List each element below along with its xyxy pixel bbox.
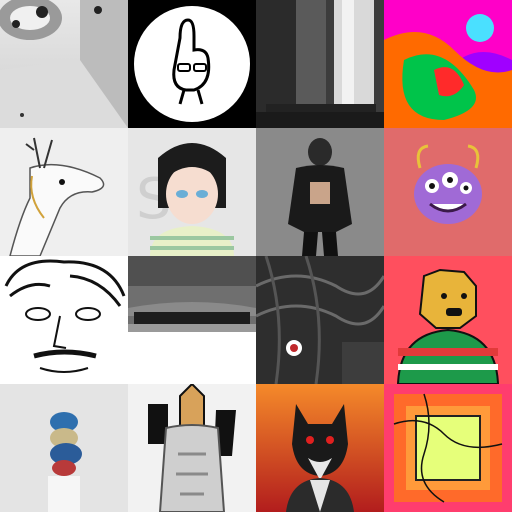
purple-monster-character [384,128,512,256]
gallery-tile-15[interactable] [256,384,384,512]
psychedelic-swirl-art [384,0,512,128]
gallery-tile-6[interactable]: S [128,128,256,256]
gallery-tile-2[interactable] [128,0,256,128]
stacked-spheres-sculpture [0,384,128,512]
white-creature-sketch [0,128,128,256]
gallery-tile-12[interactable] [384,256,512,384]
gallery-tile-14[interactable] [128,384,256,512]
woman-in-fringe-jacket-photo [256,128,384,256]
dark-abstract-net-art [256,256,384,384]
gallery-tile-3[interactable] [256,0,384,128]
waterfall-photo [256,0,384,128]
gallery-tile-7[interactable] [256,128,384,256]
masked-warrior-illustration [128,384,256,512]
gallery-tile-13[interactable] [0,384,128,512]
gallery-tile-10[interactable] [128,256,256,384]
neon-square-frame-art [384,384,512,512]
image-gallery-grid: S [0,0,512,512]
finger-character-logo [128,0,256,128]
dog-in-christmas-sweater [384,256,512,384]
gallery-tile-16[interactable] [384,384,512,512]
gallery-tile-1[interactable] [0,0,128,128]
anime-girl-portrait: S [128,128,256,256]
gallery-tile-5[interactable] [0,128,128,256]
gallery-tile-8[interactable] [384,128,512,256]
fox-character-portrait [256,384,384,512]
gallery-tile-4[interactable] [384,0,512,128]
elephant-herd-photo [128,256,256,384]
gallery-tile-9[interactable] [0,256,128,384]
doodled-face-drawing [0,256,128,384]
gallery-tile-11[interactable] [256,256,384,384]
white-room-image [0,0,128,128]
